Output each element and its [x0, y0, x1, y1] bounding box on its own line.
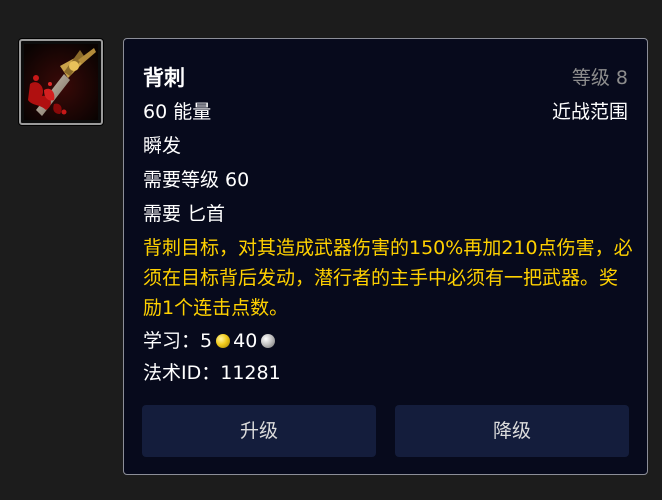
gold-coin-icon: [216, 334, 231, 348]
learn-gold-amount: 5: [200, 330, 213, 352]
learn-cost: 学习：5 40: [143, 328, 278, 354]
spell-id-value: 11281: [220, 362, 281, 384]
spell-icon-frame: [19, 39, 103, 125]
backstab-dagger-icon: [24, 44, 98, 120]
downgrade-button[interactable]: 降级: [395, 405, 629, 457]
spell-requires-weapon: 需要 匕首: [143, 203, 226, 225]
spell-required-level: 需要等级 60: [143, 169, 250, 191]
spell-description: 背刺目标，对其造成武器伤害的150%再加210点伤害，必须在目标背后发动，潜行者…: [143, 237, 633, 319]
upgrade-button[interactable]: 升级: [142, 405, 376, 457]
spell-cast-time: 瞬发: [143, 135, 182, 157]
spell-tooltip: 背刺 等级 8 60 能量 近战范围 瞬发 需要等级 60 需要 匕首 背刺目标…: [123, 38, 648, 475]
spell-id-row: 法术ID：11281: [143, 360, 281, 386]
spell-name: 背刺: [143, 66, 185, 90]
learn-silver-amount: 40: [233, 330, 258, 352]
spell-id-label: 法术ID：: [143, 362, 221, 384]
spell-range: 近战范围: [551, 101, 628, 123]
silver-coin-icon: [261, 334, 276, 348]
learn-label: 学习：: [143, 330, 201, 352]
spell-cost: 60 能量: [143, 101, 212, 123]
spell-rank: 等级 8: [571, 67, 628, 89]
